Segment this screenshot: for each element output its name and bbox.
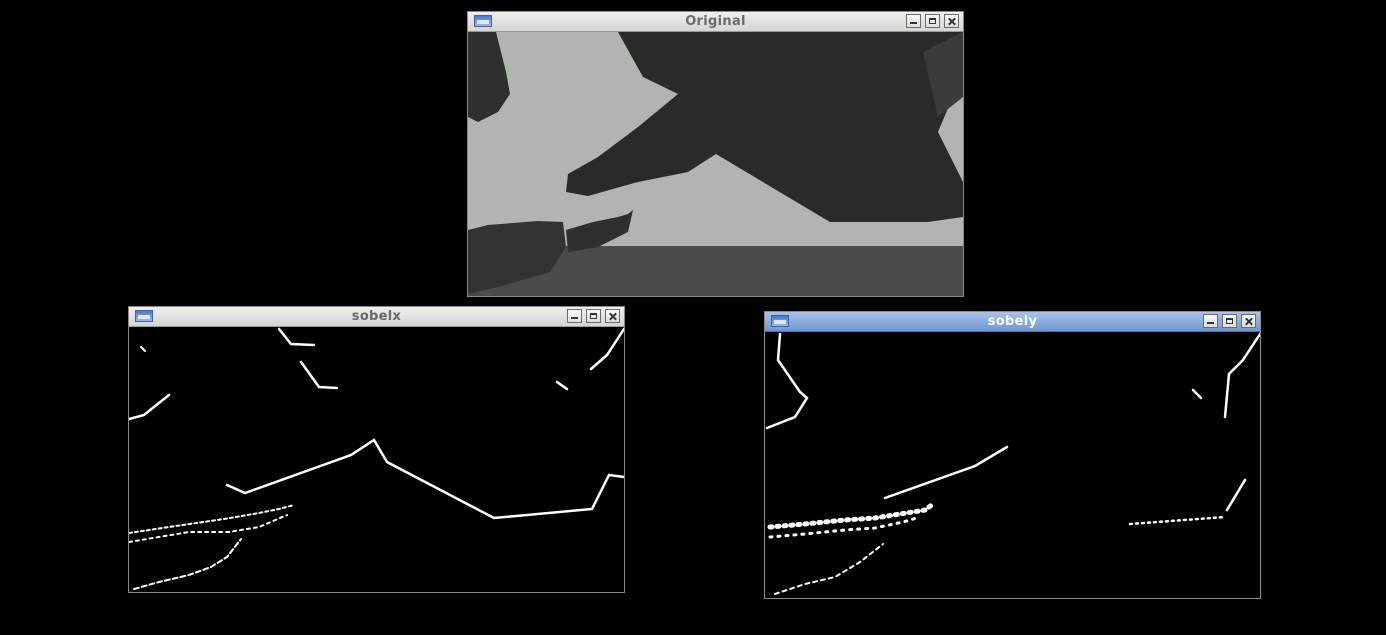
minimize-icon[interactable] <box>567 309 582 323</box>
window-title: sobely <box>987 314 1038 329</box>
sobelx-window[interactable]: sobelx <box>128 306 625 593</box>
window-title: sobelx <box>351 309 402 324</box>
maximize-icon[interactable] <box>1222 314 1237 328</box>
maximize-icon[interactable] <box>925 14 940 28</box>
window-title: Original <box>685 14 746 29</box>
original-window[interactable]: Original <box>467 11 964 297</box>
maximize-icon[interactable] <box>586 309 601 323</box>
minimize-icon[interactable] <box>1203 314 1218 328</box>
original-image <box>468 32 963 296</box>
sobely-window[interactable]: sobely <box>764 311 1261 599</box>
minimize-icon[interactable] <box>906 14 921 28</box>
sobely-titlebar[interactable]: sobely <box>765 312 1260 332</box>
sobelx-image <box>129 327 624 592</box>
sobelx-titlebar[interactable]: sobelx <box>129 307 624 327</box>
sobely-image <box>765 332 1260 598</box>
close-icon[interactable] <box>1241 314 1256 328</box>
close-icon[interactable] <box>605 309 620 323</box>
close-icon[interactable] <box>944 14 959 28</box>
original-titlebar[interactable]: Original <box>468 12 963 32</box>
